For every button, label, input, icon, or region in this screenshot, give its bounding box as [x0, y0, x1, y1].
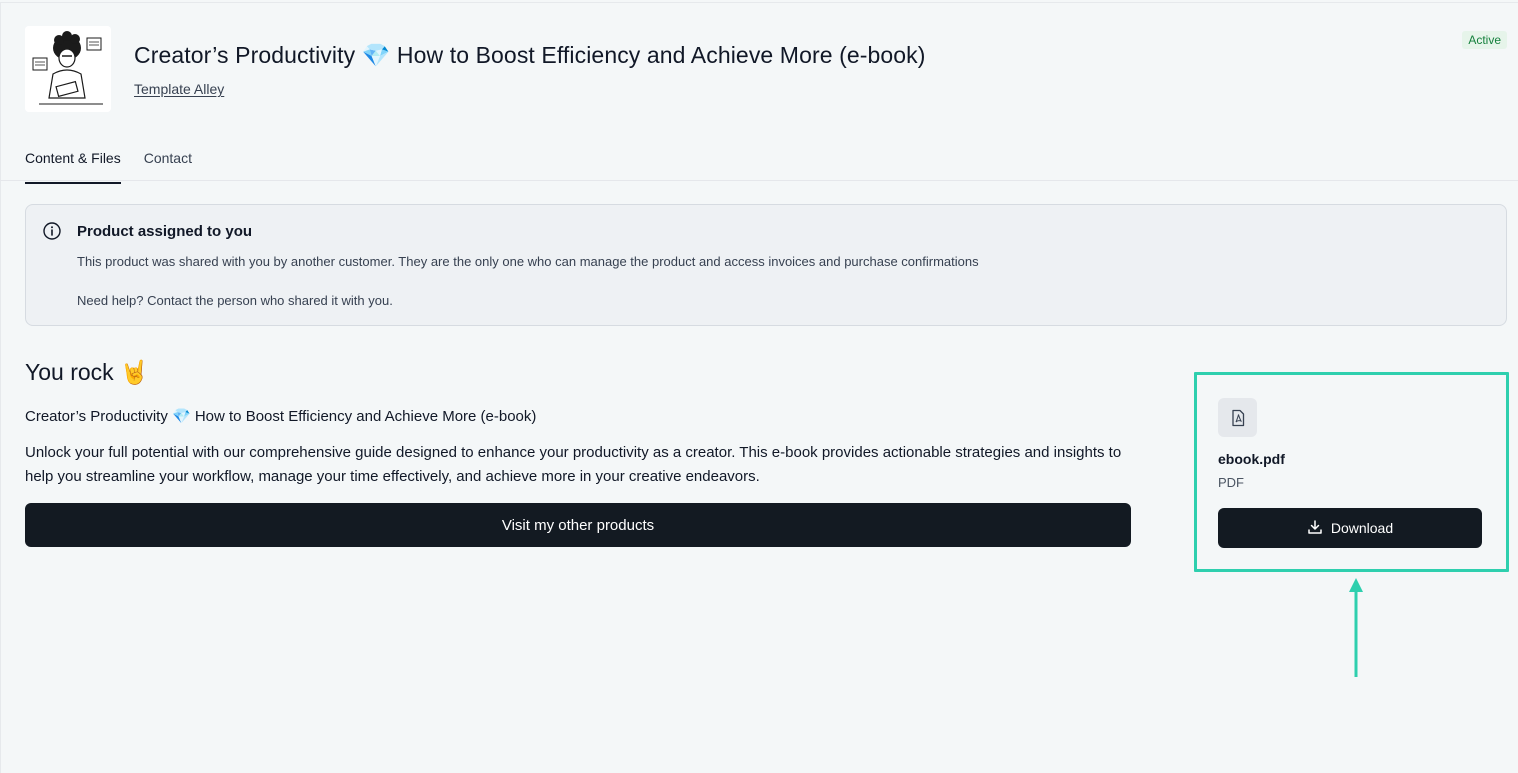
tab-content-files[interactable]: Content & Files [25, 146, 121, 184]
pointer-arrow [1349, 578, 1363, 677]
tabs-divider [0, 180, 1518, 181]
notice-heading: Product assigned to you [77, 223, 253, 240]
tab-bar: Content & Files Contact [25, 146, 215, 184]
assigned-notice: Product assigned to you This product was… [25, 204, 1507, 326]
visit-products-button[interactable]: Visit my other products [25, 503, 1131, 547]
product-description: Unlock your full potential with our comp… [25, 444, 1122, 485]
status-badge: Active [1462, 31, 1507, 49]
notice-text: This product was shared with you by anot… [77, 254, 979, 269]
product-subtitle: Creator’s Productivity 💎 How to Boost Ef… [25, 408, 537, 425]
tab-contact[interactable]: Contact [144, 146, 192, 184]
product-thumbnail [25, 26, 111, 112]
info-icon [42, 221, 62, 241]
file-name: ebook.pdf [1218, 451, 1285, 467]
pdf-icon [1218, 398, 1257, 437]
page-title: Creator’s Productivity 💎 How to Boost Ef… [134, 42, 926, 68]
content-heading: You rock 🤘 [25, 359, 149, 385]
download-icon [1307, 519, 1323, 538]
download-label: Download [1330, 520, 1394, 536]
notice-help-text: Need help? Contact the person who shared… [77, 293, 393, 308]
author-link[interactable]: Template Alley [134, 81, 224, 97]
file-type: PDF [1218, 475, 1244, 490]
download-button[interactable]: Download [1218, 508, 1482, 548]
